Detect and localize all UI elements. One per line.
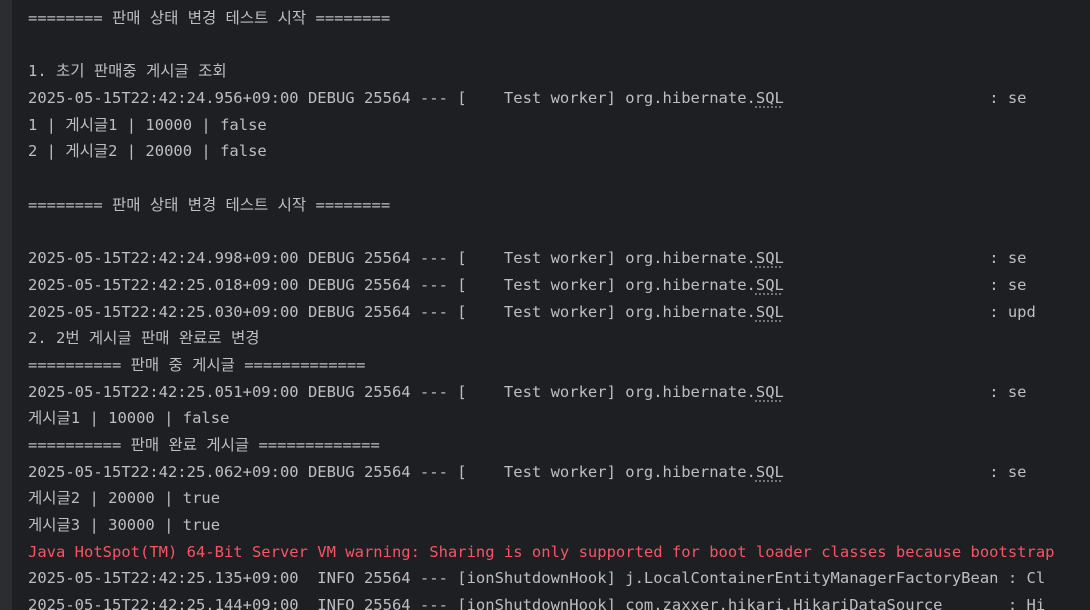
sql-logger-link[interactable]: SQL <box>756 89 784 107</box>
console-line: 게시글1 | 10000 | false <box>28 409 230 428</box>
log-prefix: 2025-05-15T22:42:25.030+09:00 DEBUG 2556… <box>28 302 756 321</box>
log-prefix: 2025-05-15T22:42:24.998+09:00 DEBUG 2556… <box>28 249 756 268</box>
console-log-line: 2025-05-15T22:42:25.051+09:00 DEBUG 2556… <box>28 379 1090 406</box>
sql-logger-link[interactable]: SQL <box>756 249 784 267</box>
console-line: 게시글2 | 20000 | true <box>28 489 221 508</box>
sql-logger-link[interactable]: SQL <box>756 276 784 294</box>
console-output[interactable]: ======== 판매 상태 변경 테스트 시작 ======== 1. 초기 판… <box>0 0 1090 610</box>
console-log-line: 2025-05-15T22:42:25.030+09:00 DEBUG 2556… <box>28 299 1090 326</box>
console-line: 1 | 게시글1 | 10000 | false <box>28 115 267 134</box>
console-line: 게시글3 | 30000 | true <box>28 516 221 535</box>
log-message: : se <box>783 462 1027 481</box>
log-message: : se <box>783 275 1027 294</box>
console-gutter <box>0 0 12 610</box>
sql-logger-link[interactable]: SQL <box>756 383 784 401</box>
log-message: : se <box>783 249 1027 268</box>
console-line: ========== 판매 완료 게시글 ============= <box>28 436 380 454</box>
console-line: ======== 판매 상태 변경 테스트 시작 ======== <box>28 9 391 27</box>
sql-logger-link[interactable]: SQL <box>756 463 784 481</box>
console-log-line: 2025-05-15T22:42:25.062+09:00 DEBUG 2556… <box>28 459 1090 486</box>
log-prefix: 2025-05-15T22:42:25.051+09:00 DEBUG 2556… <box>28 382 756 401</box>
console-lines: ======== 판매 상태 변경 테스트 시작 ======== 1. 초기 판… <box>28 5 1090 610</box>
console-line: ======== 판매 상태 변경 테스트 시작 ======== <box>28 195 391 214</box>
log-prefix: 2025-05-15T22:42:25.062+09:00 DEBUG 2556… <box>28 462 756 481</box>
console-log-line: 2025-05-15T22:42:24.998+09:00 DEBUG 2556… <box>28 245 1090 272</box>
log-prefix: 2025-05-15T22:42:24.956+09:00 DEBUG 2556… <box>28 89 756 108</box>
log-message: : se <box>783 89 1027 108</box>
console-line: ========== 판매 중 게시글 ============= <box>28 355 366 374</box>
console-line: 1. 초기 판매중 게시글 조회 <box>28 62 227 81</box>
log-prefix: 2025-05-15T22:42:25.018+09:00 DEBUG 2556… <box>28 275 756 294</box>
console-line: 2025-05-15T22:42:25.144+09:00 INFO 25564… <box>28 596 1046 610</box>
console-log-line: 2025-05-15T22:42:24.956+09:00 DEBUG 2556… <box>28 85 1090 112</box>
console-line: 2 | 게시글2 | 20000 | false <box>28 142 267 161</box>
console-line: 2. 2번 게시글 판매 완료로 변경 <box>28 329 260 348</box>
console-line: 2025-05-15T22:42:25.135+09:00 INFO 25564… <box>28 569 1046 588</box>
console-warning-line: Java HotSpot(TM) 64-Bit Server VM warnin… <box>28 542 1055 561</box>
log-message: : se <box>783 382 1027 401</box>
console-log-line: 2025-05-15T22:42:25.018+09:00 DEBUG 2556… <box>28 272 1090 299</box>
log-message: : upd <box>783 302 1036 321</box>
sql-logger-link[interactable]: SQL <box>756 303 784 321</box>
